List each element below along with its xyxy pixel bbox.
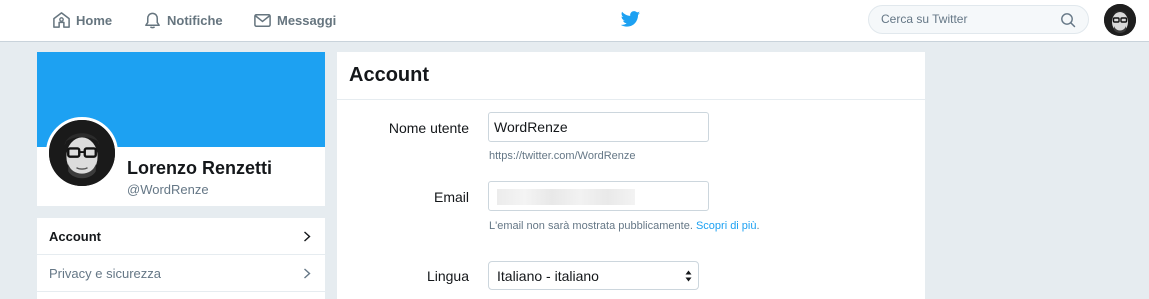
language-select-value: Italiano - italiano — [497, 267, 599, 284]
bell-icon — [145, 12, 160, 28]
twitter-bird-icon[interactable] — [620, 9, 641, 30]
account-settings-panel: Account Nome utente https://twitter.com/… — [337, 52, 925, 299]
profile-url: https://twitter.com/WordRenze — [489, 150, 636, 162]
top-navigation-bar: Home Notifiche Messaggi — [0, 0, 1149, 42]
select-arrows-icon — [685, 270, 692, 282]
avatar-portrait-icon — [49, 120, 115, 186]
language-label: Lingua — [426, 268, 469, 284]
search-icon[interactable] — [1060, 12, 1076, 28]
divider — [337, 99, 925, 100]
email-hint: L'email non sarà mostrata pubblicamente.… — [489, 220, 760, 232]
search-box — [868, 5, 1089, 34]
home-icon — [53, 11, 70, 28]
email-hint-text: L'email non sarà mostrata pubblicamente. — [489, 220, 693, 232]
email-redacted — [497, 189, 635, 205]
username-field[interactable] — [488, 112, 709, 142]
nav-messages[interactable]: Messaggi — [253, 10, 336, 30]
profile-card: Lorenzo Renzetti @WordRenze — [37, 52, 325, 206]
nav-messages-label: Messaggi — [277, 12, 337, 28]
menu-item-label: Account — [49, 228, 101, 244]
search-input[interactable] — [881, 12, 1051, 26]
chevron-right-icon — [304, 231, 311, 242]
nav-notifications-label: Notifiche — [167, 12, 223, 28]
email-label: Email — [433, 189, 469, 205]
profile-avatar[interactable] — [46, 117, 118, 189]
menu-item-privacy[interactable]: Privacy e sicurezza — [37, 255, 325, 292]
nav-home-label: Home — [76, 12, 113, 28]
email-field[interactable] — [488, 181, 709, 211]
page-title: Account — [349, 64, 429, 86]
user-avatar[interactable] — [1104, 4, 1136, 36]
menu-item-account[interactable]: Account — [37, 218, 325, 255]
email-hint-end: . — [756, 220, 760, 232]
profile-name[interactable]: Lorenzo Renzetti — [127, 158, 272, 179]
profile-handle[interactable]: @WordRenze — [127, 182, 209, 197]
learn-more-link[interactable]: Scopri di più — [696, 220, 757, 232]
nav-notifications[interactable]: Notifiche — [143, 10, 223, 30]
nav-home[interactable]: Home — [52, 10, 112, 30]
username-label: Nome utente — [388, 120, 469, 136]
chevron-right-icon — [304, 268, 311, 279]
avatar-portrait-icon — [1104, 4, 1136, 36]
settings-menu: Account Privacy e sicurezza — [37, 218, 325, 299]
menu-item-label: Privacy e sicurezza — [49, 265, 161, 281]
language-select[interactable]: Italiano - italiano — [488, 261, 699, 290]
envelope-icon — [254, 13, 271, 27]
